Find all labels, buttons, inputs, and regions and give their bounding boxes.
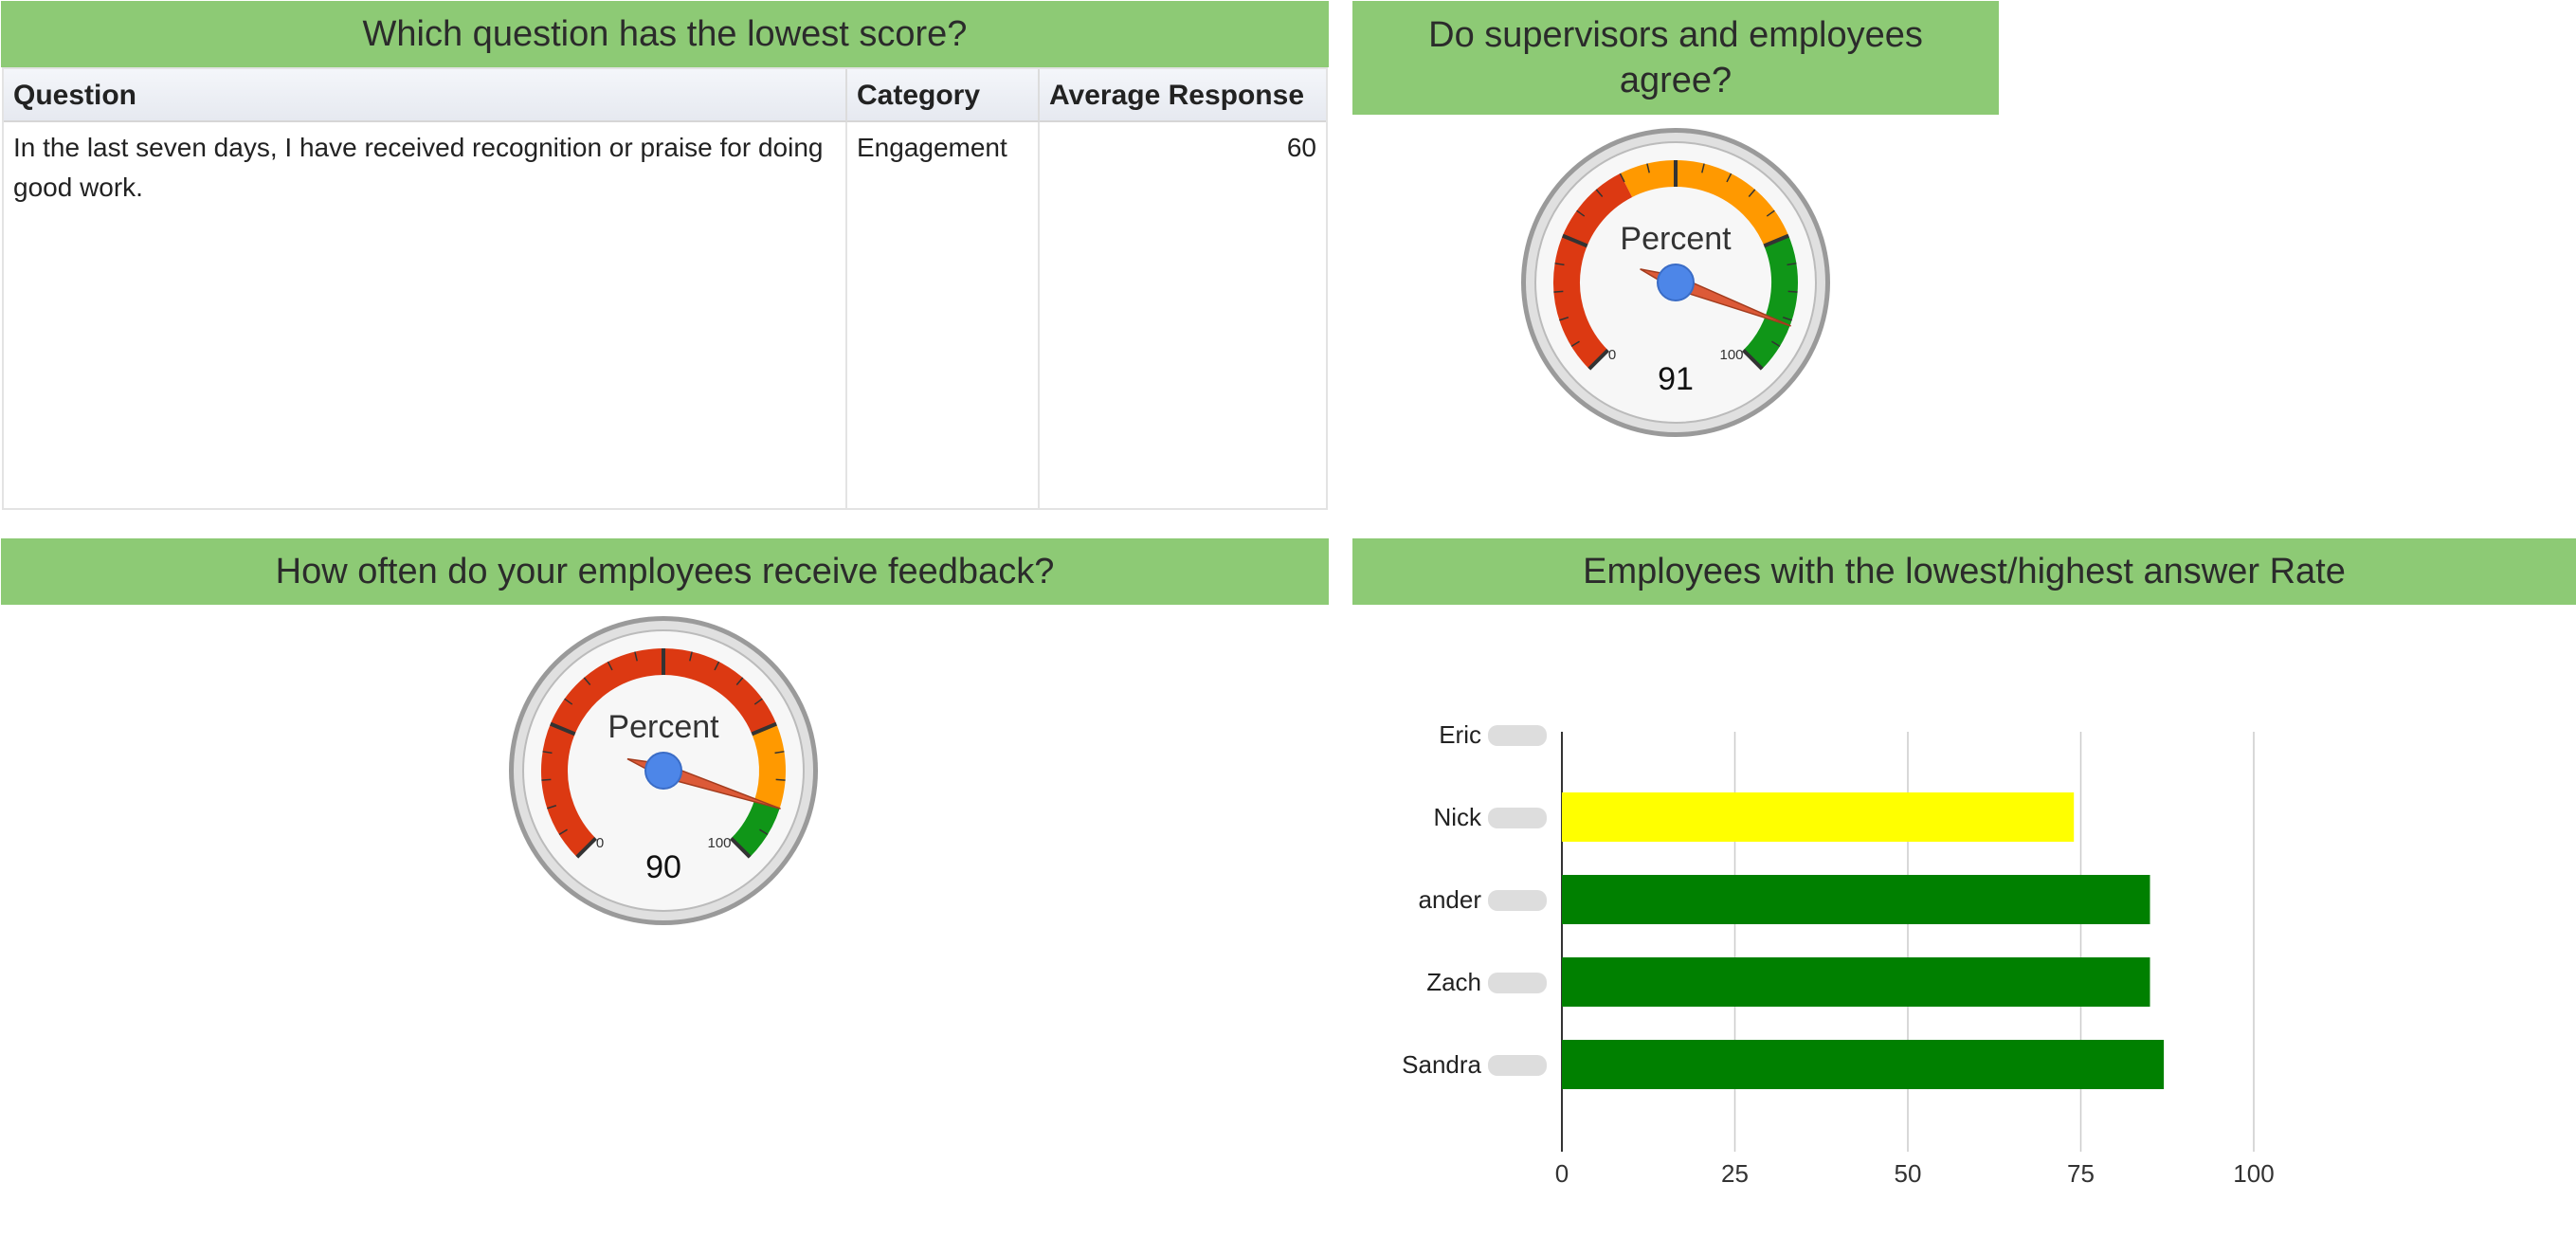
category-cell: Engagement [847, 122, 1040, 508]
gauge-minor-tick [541, 778, 552, 781]
bar[interactable] [1562, 875, 2150, 924]
bar[interactable] [1562, 1040, 2165, 1089]
column-header-average-response[interactable]: Average Response [1040, 69, 1326, 122]
lowest-score-table: Question Category Average Response In th… [2, 67, 1328, 510]
redacted-surname [1488, 808, 1547, 828]
bar[interactable] [1562, 792, 2075, 842]
lowest-score-title: Which question has the lowest score? [1, 1, 1329, 67]
gauge-zone [752, 723, 786, 809]
answer-rate-bar-chart: Eric Nick ander Zach Sandra 0 25 50 75 100 [1402, 720, 2275, 1188]
feedback-frequency-gauge: Percent 0 100 90 [509, 616, 818, 925]
gauge-label: Percent [1620, 221, 1732, 257]
redacted-surname [1488, 725, 1547, 746]
redacted-surname [1488, 973, 1547, 993]
gauge-minor-tick [775, 778, 786, 781]
category-label: Nick [1433, 803, 1482, 831]
question-cell: In the last seven days, I have received … [4, 122, 847, 508]
answer-rate-title: Employees with the lowest/highest answer… [1352, 538, 2576, 605]
gauge-min-label: 0 [1608, 347, 1616, 363]
gauge-label: Percent [608, 709, 719, 745]
gauge-minor-tick [1553, 290, 1564, 293]
supervisors-agree-title: Do supervisors and employees agree? [1352, 1, 1999, 115]
feedback-frequency-title: How often do your employees receive feed… [1, 538, 1329, 605]
x-tick-label: 25 [1721, 1159, 1749, 1188]
x-tick-label: 0 [1555, 1159, 1569, 1188]
gauge-value: 90 [645, 849, 681, 885]
column-header-category[interactable]: Category [847, 69, 1040, 122]
table-header-row: Question Category Average Response [4, 69, 1326, 122]
supervisors-agree-gauge: Percent 0 100 91 [1521, 128, 1830, 437]
column-header-question[interactable]: Question [4, 69, 847, 122]
table-row[interactable]: In the last seven days, I have received … [4, 122, 1326, 508]
redacted-surname [1488, 1055, 1547, 1076]
category-label: Sandra [1402, 1050, 1481, 1079]
redacted-surname [1488, 890, 1547, 911]
x-tick-label: 50 [1895, 1159, 1922, 1188]
gauge-needle-hub [644, 752, 682, 790]
category-label: Zach [1426, 968, 1481, 996]
gauge-max-label: 100 [1719, 347, 1743, 363]
x-tick-label: 75 [2067, 1159, 2095, 1188]
gauge-max-label: 100 [707, 835, 731, 851]
average-response-cell: 60 [1286, 133, 1316, 162]
gauge-min-label: 0 [596, 835, 604, 851]
category-label: Eric [1439, 720, 1481, 749]
x-tick-label: 100 [2233, 1159, 2274, 1188]
gauge-value: 91 [1658, 361, 1694, 397]
category-label: ander [1419, 885, 1482, 914]
bar[interactable] [1562, 957, 2150, 1007]
gauge-needle-hub [1657, 264, 1695, 301]
gauge-minor-tick [1787, 290, 1798, 293]
